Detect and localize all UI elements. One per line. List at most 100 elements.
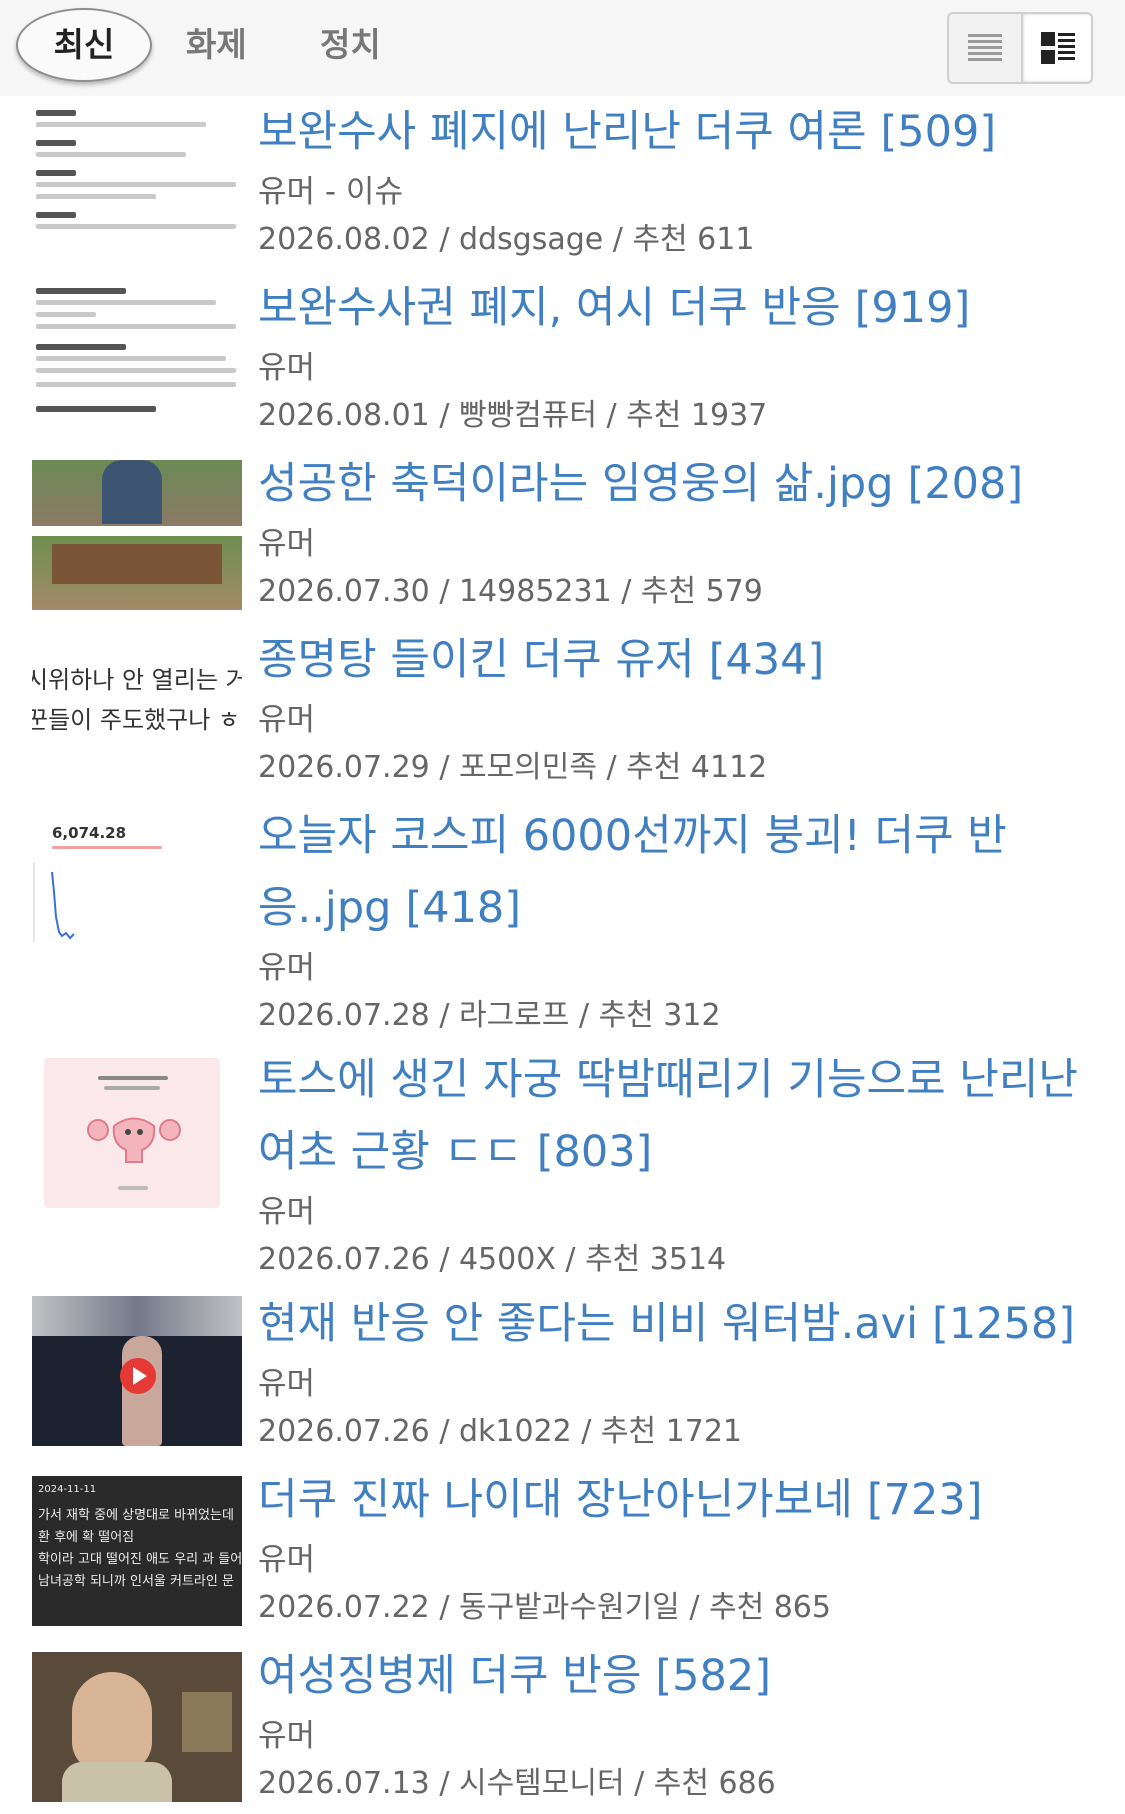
thumbnail-text: 가서 재학 중에 상명대로 바뀌었는데 <box>38 1508 234 1523</box>
list-item[interactable]: 토스에 생긴 자궁 딱밤때리기 기능으로 난리난 여초 근황 ㄷㄷ [803] 유… <box>0 1044 1125 1288</box>
post-author[interactable]: dk1022 <box>459 1414 572 1449</box>
post-recommend: 추천 1937 <box>626 398 768 433</box>
comment-count[interactable]: [582] <box>655 1651 771 1701</box>
post-meta: 2026.07.28 / 라그로프 / 추천 312 <box>258 998 721 1033</box>
comment-count[interactable]: [723] <box>867 1475 983 1525</box>
list-item[interactable]: 보완수사권 폐지, 여시 더쿠 반응 [919] 유머 2026.08.01 / … <box>0 272 1125 448</box>
post-thumbnail[interactable] <box>32 1296 242 1446</box>
top-tab-bar: 최신 화제 정치 <box>0 0 1125 96</box>
post-category: 유머 <box>258 1194 316 1230</box>
post-title[interactable]: 더쿠 진짜 나이대 장난아닌가보네 [723] <box>258 1464 1098 1536</box>
post-recommend: 추천 579 <box>640 574 763 609</box>
post-meta: 2026.07.26 / dk1022 / 추천 1721 <box>258 1414 743 1449</box>
post-author[interactable]: 포모의민족 <box>459 750 597 785</box>
thumbnail-text: 학이라 고대 떨어진 애도 우리 과 들어 <box>38 1552 242 1567</box>
tab-latest[interactable]: 최신 <box>16 8 152 82</box>
post-meta: 2026.07.13 / 시수템모니터 / 추천 686 <box>258 1766 776 1801</box>
post-recommend: 추천 3514 <box>585 1242 727 1277</box>
post-thumbnail[interactable]: 6,074.28 <box>32 812 242 962</box>
post-thumbnail[interactable] <box>32 1652 242 1802</box>
view-mode-toggle <box>947 12 1093 84</box>
post-thumbnail[interactable] <box>44 1058 220 1208</box>
post-recommend: 추천 4112 <box>626 750 768 785</box>
comment-count[interactable]: [418] <box>405 883 521 933</box>
post-thumbnail[interactable] <box>32 460 242 610</box>
list-item[interactable]: 시위하나 안 열리는 거 꾼들이 주도했구나 ㅎ 종명탕 들이킨 더쿠 유저 [4… <box>0 624 1125 800</box>
thumbnail-text: 남녀공학 되니까 인서울 커트라인 문 <box>38 1574 234 1589</box>
thumbnail-view-button[interactable] <box>1021 14 1091 82</box>
post-title[interactable]: 보완수사 폐지에 난리난 더쿠 여론 [509] <box>258 96 1098 168</box>
post-author[interactable]: 4500X <box>459 1242 556 1277</box>
post-category: 유머 <box>258 526 316 562</box>
post-title[interactable]: 현재 반응 안 좋다는 비비 워터밤.avi [1258] <box>258 1288 1098 1360</box>
thumbnail-text: 6,074.28 <box>52 824 127 842</box>
post-recommend: 추천 865 <box>708 1590 831 1625</box>
tab-trending[interactable]: 화제 <box>186 18 247 72</box>
post-category: 유머 <box>258 950 316 986</box>
post-author[interactable]: 시수템모니터 <box>459 1766 625 1801</box>
list-view-icon <box>968 34 1002 61</box>
post-author[interactable]: 라그로프 <box>459 998 569 1033</box>
comment-count[interactable]: [919] <box>855 283 971 333</box>
list-item[interactable]: 성공한 축덕이라는 임영웅의 삶.jpg [208] 유머 2026.07.30 … <box>0 448 1125 624</box>
list-item[interactable]: 6,074.28 오늘자 코스피 6000선까지 붕괴! 더쿠 반응..jpg[… <box>0 800 1125 1044</box>
post-meta: 2026.07.26 / 4500X / 추천 3514 <box>258 1242 727 1277</box>
post-meta: 2026.07.29 / 포모의민족 / 추천 4112 <box>258 750 768 785</box>
post-date: 2026.07.13 <box>258 1766 430 1801</box>
post-thumbnail[interactable] <box>32 278 242 428</box>
list-item[interactable]: 보완수사 폐지에 난리난 더쿠 여론 [509] 유머 - 이슈 2026.08.… <box>0 96 1125 272</box>
post-thumbnail[interactable]: 시위하나 안 열리는 거 꾼들이 주도했구나 ㅎ <box>32 654 242 774</box>
post-meta: 2026.07.30 / 14985231 / 추천 579 <box>258 574 763 609</box>
thumbnail-view-icon <box>1041 32 1075 64</box>
post-author[interactable]: 빵빵컴퓨터 <box>459 398 597 433</box>
thumbnail-text: 꾼들이 주도했구나 ㅎ <box>32 706 240 734</box>
post-recommend: 추천 611 <box>632 222 755 257</box>
post-title[interactable]: 오늘자 코스피 6000선까지 붕괴! 더쿠 반응..jpg [418] <box>258 800 1098 944</box>
uterus-icon <box>87 1117 181 1163</box>
post-title[interactable]: 토스에 생긴 자궁 딱밤때리기 기능으로 난리난 여초 근황 ㄷㄷ [803] <box>258 1044 1098 1188</box>
post-title[interactable]: 종명탕 들이킨 더쿠 유저 [434] <box>258 624 1098 696</box>
thumbnail-text: 시위하나 안 열리는 거 <box>32 666 242 694</box>
comment-count[interactable]: [208] <box>908 459 1024 509</box>
comment-count[interactable]: [1258] <box>932 1299 1075 1349</box>
post-recommend: 추천 312 <box>598 998 721 1033</box>
post-date: 2026.08.01 <box>258 398 430 433</box>
post-author[interactable]: ddsgsage <box>459 222 603 257</box>
post-category: 유머 <box>258 1366 316 1402</box>
tab-politics[interactable]: 정치 <box>320 18 381 72</box>
thumbnail-text: 2024-11-11 <box>38 1484 97 1495</box>
post-category: 유머 - 이슈 <box>258 174 403 210</box>
thumbnail-text: 환 후에 확 떨어짐 <box>38 1530 135 1545</box>
post-title[interactable]: 성공한 축덕이라는 임영웅의 삶.jpg [208] <box>258 448 1098 520</box>
list-view-button[interactable] <box>949 14 1021 82</box>
post-author[interactable]: 14985231 <box>459 574 612 609</box>
post-title[interactable]: 여성징병제 더쿠 반응 [582] <box>258 1640 1098 1712</box>
post-category: 유머 <box>258 1542 316 1578</box>
post-meta: 2026.08.02 / ddsgsage / 추천 611 <box>258 222 755 257</box>
post-date: 2026.07.22 <box>258 1590 430 1625</box>
post-date: 2026.08.02 <box>258 222 430 257</box>
post-date: 2026.07.26 <box>258 1414 430 1449</box>
comment-count[interactable]: [509] <box>881 107 997 157</box>
list-item[interactable]: 현재 반응 안 좋다는 비비 워터밤.avi [1258] 유머 2026.07.… <box>0 1288 1125 1464</box>
comment-count[interactable]: [803] <box>537 1127 653 1177</box>
post-category: 유머 <box>258 350 316 386</box>
play-icon[interactable] <box>120 1358 156 1394</box>
post-thumbnail[interactable] <box>32 102 242 252</box>
comment-count[interactable]: [434] <box>709 635 825 685</box>
post-meta: 2026.08.01 / 빵빵컴퓨터 / 추천 1937 <box>258 398 768 433</box>
post-date: 2026.07.26 <box>258 1242 430 1277</box>
post-recommend: 추천 1721 <box>600 1414 743 1449</box>
post-date: 2026.07.28 <box>258 998 430 1033</box>
post-date: 2026.07.29 <box>258 750 430 785</box>
post-title[interactable]: 보완수사권 폐지, 여시 더쿠 반응 [919] <box>258 272 1098 344</box>
post-meta: 2026.07.22 / 동구밭과수원기일 / 추천 865 <box>258 1590 831 1625</box>
post-recommend: 추천 686 <box>653 1766 776 1801</box>
post-thumbnail[interactable]: 2024-11-11 가서 재학 중에 상명대로 바뀌었는데 환 후에 확 떨어… <box>32 1476 242 1626</box>
post-author[interactable]: 동구밭과수원기일 <box>459 1590 680 1625</box>
post-date: 2026.07.30 <box>258 574 430 609</box>
post-category: 유머 <box>258 702 316 738</box>
list-item[interactable]: 2024-11-11 가서 재학 중에 상명대로 바뀌었는데 환 후에 확 떨어… <box>0 1464 1125 1640</box>
post-category: 유머 <box>258 1718 316 1754</box>
list-item[interactable]: 여성징병제 더쿠 반응 [582] 유머 2026.07.13 / 시수템모니터 … <box>0 1640 1125 1814</box>
